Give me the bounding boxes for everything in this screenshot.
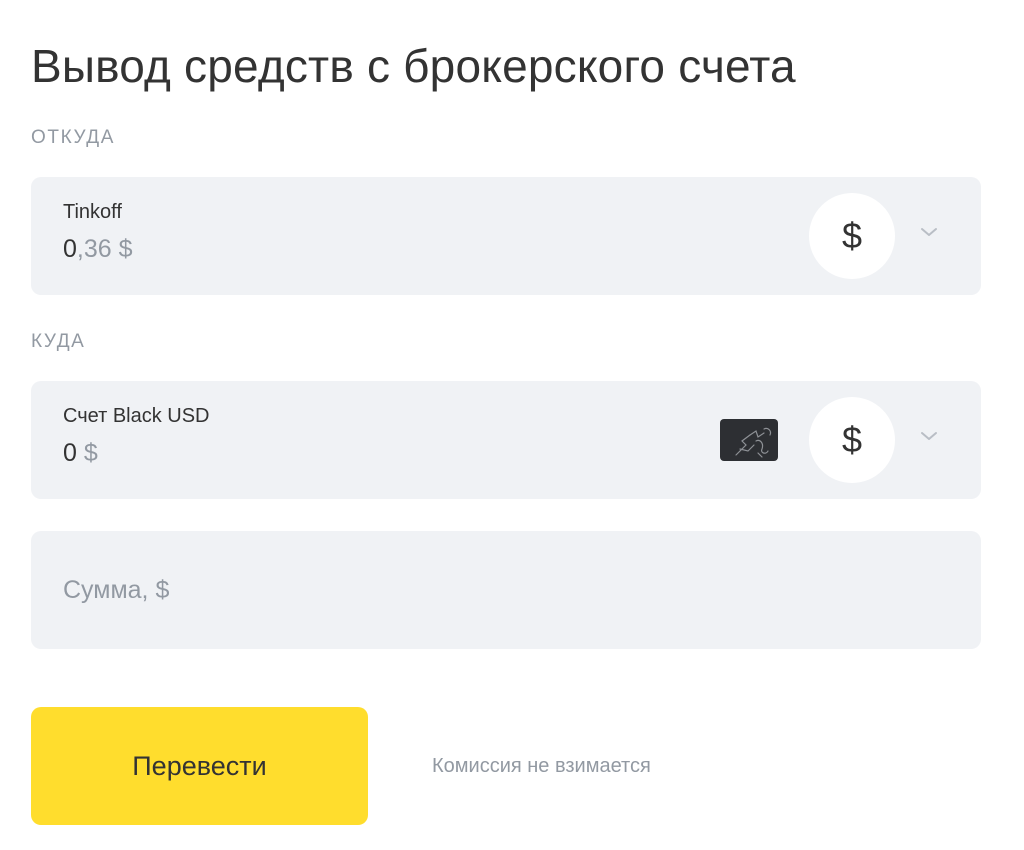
from-balance-integer: 0 [63,235,77,263]
from-account-balance: 0,36 $ [63,235,133,264]
from-account-name: Tinkoff [63,201,122,223]
fee-note: Комиссия не взимается [432,755,651,777]
to-balance-integer: 0 [63,439,77,467]
page-title: Вывод средств с брокерского счета [31,39,796,92]
to-currency-dollar-icon: $ [809,397,895,483]
transfer-button[interactable]: Перевести [31,707,368,825]
to-balance-currency: $ [76,439,98,467]
from-currency-dollar-icon: $ [809,193,895,279]
to-account-balance: 0 $ [63,439,98,468]
amount-input[interactable] [63,531,943,649]
to-account-selector[interactable]: Счет Black USD 0 $ $ [31,381,981,499]
amount-field[interactable] [31,531,981,649]
black-card-icon [720,419,778,461]
to-account-name: Счет Black USD [63,405,210,427]
chevron-down-icon[interactable] [919,429,939,443]
from-balance-fraction: ,36 $ [76,235,133,263]
to-section-label: КУДА [31,331,86,352]
chevron-down-icon[interactable] [919,225,939,239]
from-section-label: ОТКУДА [31,127,116,148]
from-account-selector[interactable]: Tinkoff 0,36 $ $ [31,177,981,295]
